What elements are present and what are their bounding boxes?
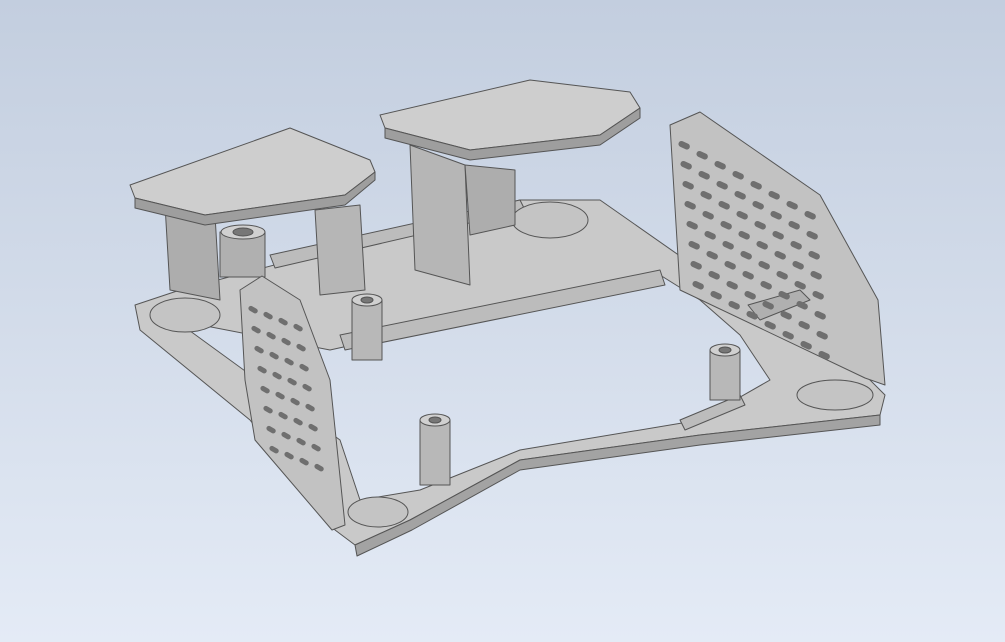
pad-support bbox=[409, 144, 471, 286]
mounting-post bbox=[351, 293, 383, 361]
corner-disc bbox=[796, 379, 874, 411]
mounting-post bbox=[219, 224, 266, 278]
corner-disc bbox=[347, 496, 409, 528]
pad-support bbox=[314, 204, 366, 296]
mounting-post bbox=[709, 343, 741, 401]
pad-support bbox=[464, 164, 516, 236]
corner-disc bbox=[511, 201, 589, 239]
mounting-post bbox=[419, 413, 451, 486]
cad-3d-viewport[interactable] bbox=[0, 0, 1005, 642]
corner-disc bbox=[149, 297, 221, 333]
cad-model-render bbox=[129, 79, 886, 557]
